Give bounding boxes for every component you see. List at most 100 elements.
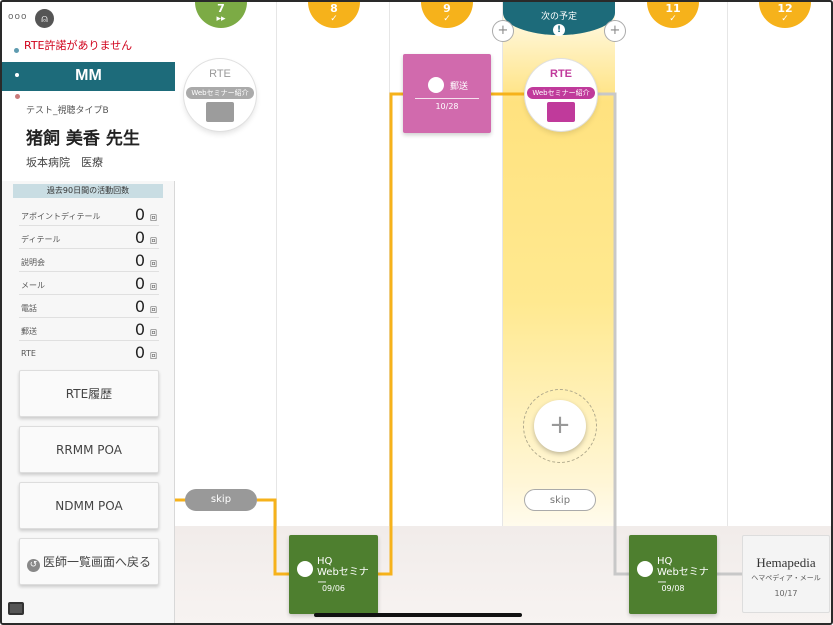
doctor-info: テスト_視聴タイプB 猪飼 美香 先生 坂本病院 医療 xyxy=(2,91,175,181)
activity-row: 電話 0 回 xyxy=(19,296,159,318)
rte-permission-warning: RTE許諾がありません xyxy=(24,39,133,52)
tab-next-schedule[interactable]: 次の予定 ! xyxy=(503,2,615,36)
path-connector xyxy=(175,92,742,576)
tab-month-11[interactable]: 11 ✓ xyxy=(647,2,699,28)
activity-row: ディテール 0 回 xyxy=(19,227,159,249)
check-icon: ✓ xyxy=(443,14,451,24)
webinar-icon xyxy=(637,561,653,577)
activity-label: ディテール xyxy=(21,235,61,244)
activity-unit: 回 xyxy=(150,306,157,314)
hemapedia-date: 10/17 xyxy=(774,589,798,598)
tab-month-7[interactable]: 7 ▸▸ xyxy=(195,2,247,28)
ndmm-poa-button[interactable]: NDMM POA xyxy=(19,482,159,529)
activity-label: メール xyxy=(21,281,45,290)
activity-count: 0 xyxy=(134,274,145,293)
add-activity-button[interactable]: + xyxy=(523,389,597,463)
activity-header: 過去90日間の活動回数 xyxy=(13,184,163,198)
doctor-name: 猪飼 美香 先生 xyxy=(26,129,140,149)
activity-count: 0 xyxy=(134,228,145,247)
activity-label: 郵送 xyxy=(21,327,37,336)
home-indicator[interactable] xyxy=(314,613,522,617)
activity-label: アポイントディテール xyxy=(21,212,101,221)
back-button-label: 医師一覧画面へ戻る xyxy=(42,555,151,569)
hq-card-date: 09/06 xyxy=(321,584,346,593)
hq-card-date: 09/08 xyxy=(661,584,685,593)
check-icon: ✓ xyxy=(781,14,789,24)
hemapedia-logo: Hemapedia xyxy=(756,555,816,570)
activity-count: 0 xyxy=(134,343,145,362)
rte-next-card[interactable]: RTE Webセミナー紹介 xyxy=(525,59,597,131)
alert-icon: ! xyxy=(553,24,565,36)
activity-unit: 回 xyxy=(150,283,157,291)
envelope-icon xyxy=(428,77,444,93)
activity-unit: 回 xyxy=(150,260,157,268)
tab-month-8[interactable]: 8 ✓ xyxy=(308,2,360,28)
activity-unit: 回 xyxy=(150,352,157,360)
mail-icon xyxy=(206,102,234,122)
segment-bar: MM xyxy=(2,62,175,91)
app-logo-icon: ⍝ xyxy=(35,9,54,28)
hq-webinar-card[interactable]: HQ Webセミナー 09/06 xyxy=(289,535,378,614)
tab-number: 9 xyxy=(443,2,451,15)
folder-icon[interactable] xyxy=(8,602,24,615)
doctor-sidebar: ooo ⍝ RTE許諾がありません MM テスト_視聴タイプB 猪飼 美香 先生… xyxy=(2,2,175,623)
activity-row: 説明会 0 回 xyxy=(19,250,159,272)
activity-unit: 回 xyxy=(150,237,157,245)
rte-card-pill: Webセミナー紹介 xyxy=(527,87,595,99)
rte-card-title: RTE xyxy=(550,68,572,80)
tab-number: 7 xyxy=(217,2,225,15)
hq-line1: HQ xyxy=(657,556,673,567)
activity-unit: 回 xyxy=(150,329,157,337)
card-divider xyxy=(415,98,479,99)
rte-history-button[interactable]: RTE履歴 xyxy=(19,370,159,417)
back-to-doctor-list-button[interactable]: ↺ 医師一覧画面へ戻る xyxy=(19,538,159,585)
activity-timeline: 7 ▸▸ 8 ✓ 9 ✓ 次の予定 ! + + 11 ✓ 12 ✓ RTE We… xyxy=(175,2,831,623)
mail-card-date: 10/28 xyxy=(435,102,459,111)
activity-row: 郵送 0 回 xyxy=(19,319,159,341)
activity-row: RTE 0 回 xyxy=(19,342,159,364)
activity-count: 0 xyxy=(134,251,145,270)
webinar-icon xyxy=(297,561,313,577)
tab-month-12[interactable]: 12 ✓ xyxy=(759,2,811,28)
activity-count: 0 xyxy=(134,320,145,339)
hemapedia-card[interactable]: Hemapedia ヘマペディア・メール 10/17 xyxy=(742,535,830,613)
skip-button[interactable]: skip xyxy=(524,489,596,511)
mail-icon xyxy=(547,102,575,122)
segment-label: MM xyxy=(75,67,102,84)
add-before-button[interactable]: + xyxy=(492,20,514,42)
tab-number: 12 xyxy=(777,2,793,15)
forward-icon: ▸▸ xyxy=(216,14,226,24)
rrmm-poa-button[interactable]: RRMM POA xyxy=(19,426,159,473)
next-schedule-label: 次の予定 xyxy=(540,12,577,22)
activity-label: RTE xyxy=(21,349,36,358)
rte-card-pill: Webセミナー紹介 xyxy=(186,87,254,99)
activity-label: 説明会 xyxy=(21,258,45,267)
tab-number: 11 xyxy=(665,2,681,15)
check-icon: ✓ xyxy=(669,14,677,24)
tab-number: 8 xyxy=(330,2,338,15)
skip-button[interactable]: skip xyxy=(185,489,257,511)
rte-card-title: RTE xyxy=(209,68,231,80)
info-dot-icon xyxy=(15,94,20,99)
menu-dots-icon[interactable]: ooo xyxy=(8,12,28,22)
hospital-name: 坂本病院 医療 xyxy=(26,156,103,169)
hemapedia-subtitle: ヘマペディア・メール xyxy=(751,574,821,582)
plus-icon: + xyxy=(534,400,586,452)
add-after-button[interactable]: + xyxy=(604,20,626,42)
sidebar-header: ooo ⍝ RTE許諾がありません xyxy=(2,2,175,62)
hq-line1: HQ xyxy=(317,556,333,567)
activity-row: アポイントディテール 0 回 xyxy=(19,204,159,226)
warning-dot-icon xyxy=(14,48,19,53)
app-frame: ooo ⍝ RTE許諾がありません MM テスト_視聴タイプB 猪飼 美香 先生… xyxy=(0,0,833,625)
mail-card[interactable]: 郵送 10/28 xyxy=(403,54,491,133)
activity-row: メール 0 回 xyxy=(19,273,159,295)
check-icon: ✓ xyxy=(330,14,338,24)
activity-count: 0 xyxy=(134,297,145,316)
activity-label: 電話 xyxy=(21,304,37,313)
mail-card-label: 郵送 xyxy=(450,82,469,92)
activity-unit: 回 xyxy=(150,214,157,222)
rte-past-card[interactable]: RTE Webセミナー紹介 xyxy=(184,59,256,131)
hq-webinar-card[interactable]: HQ Webセミナー 09/08 xyxy=(629,535,717,614)
tab-month-9[interactable]: 9 ✓ xyxy=(421,2,473,28)
back-arrow-icon: ↺ xyxy=(26,559,40,572)
